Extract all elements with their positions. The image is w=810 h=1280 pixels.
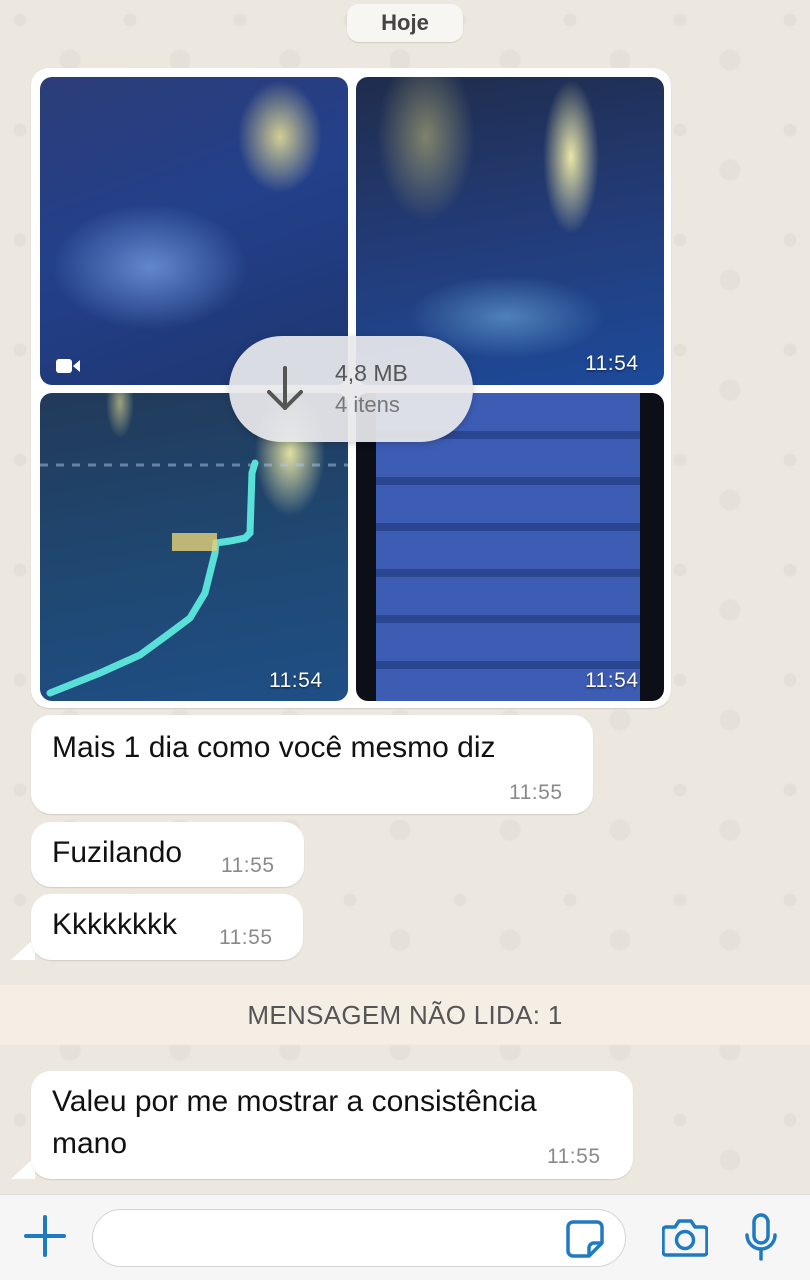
sticker-icon[interactable] xyxy=(565,1219,605,1259)
video-camera-icon xyxy=(56,359,80,373)
download-arrow-icon xyxy=(267,366,303,410)
thumbnail-timestamp: 11:54 xyxy=(269,669,323,692)
microphone-icon[interactable] xyxy=(743,1213,779,1261)
message-text-line-2: mano xyxy=(52,1127,128,1160)
date-separator: Hoje xyxy=(347,4,463,42)
camera-icon[interactable] xyxy=(662,1217,708,1257)
plus-icon[interactable] xyxy=(24,1215,66,1257)
download-media-button[interactable]: 4,8 MB 4 itens xyxy=(229,336,473,442)
download-size: 4,8 MB xyxy=(335,360,408,386)
thumbnail-timestamp: 11:54 xyxy=(585,669,639,692)
message-text: Mais 1 dia como você mesmo diz xyxy=(52,731,496,764)
message-bubble[interactable]: Valeu por me mostrar a consistência mano… xyxy=(31,1071,633,1179)
download-item-count: 4 itens xyxy=(335,392,400,417)
composer-bar xyxy=(0,1194,810,1280)
message-text: Fuzilando xyxy=(52,836,183,869)
thumbnail-timestamp: 11:54 xyxy=(585,352,639,375)
message-bubble[interactable]: Mais 1 dia como você mesmo diz 11:55 xyxy=(31,715,593,814)
message-text: Kkkkkkkk xyxy=(52,908,178,941)
unread-messages-banner: MENSAGEM NÃO LIDA: 1 xyxy=(0,985,810,1045)
message-input[interactable] xyxy=(92,1209,626,1267)
message-text-line-1: Valeu por me mostrar a consistência xyxy=(52,1085,537,1118)
message-time: 11:55 xyxy=(509,781,563,804)
message-bubble[interactable]: Fuzilando 11:55 xyxy=(31,822,304,887)
message-time: 11:55 xyxy=(221,854,275,877)
message-bubble[interactable]: Kkkkkkkk 11:55 xyxy=(31,894,303,960)
message-time: 11:55 xyxy=(547,1145,601,1168)
message-time: 11:55 xyxy=(219,926,273,949)
